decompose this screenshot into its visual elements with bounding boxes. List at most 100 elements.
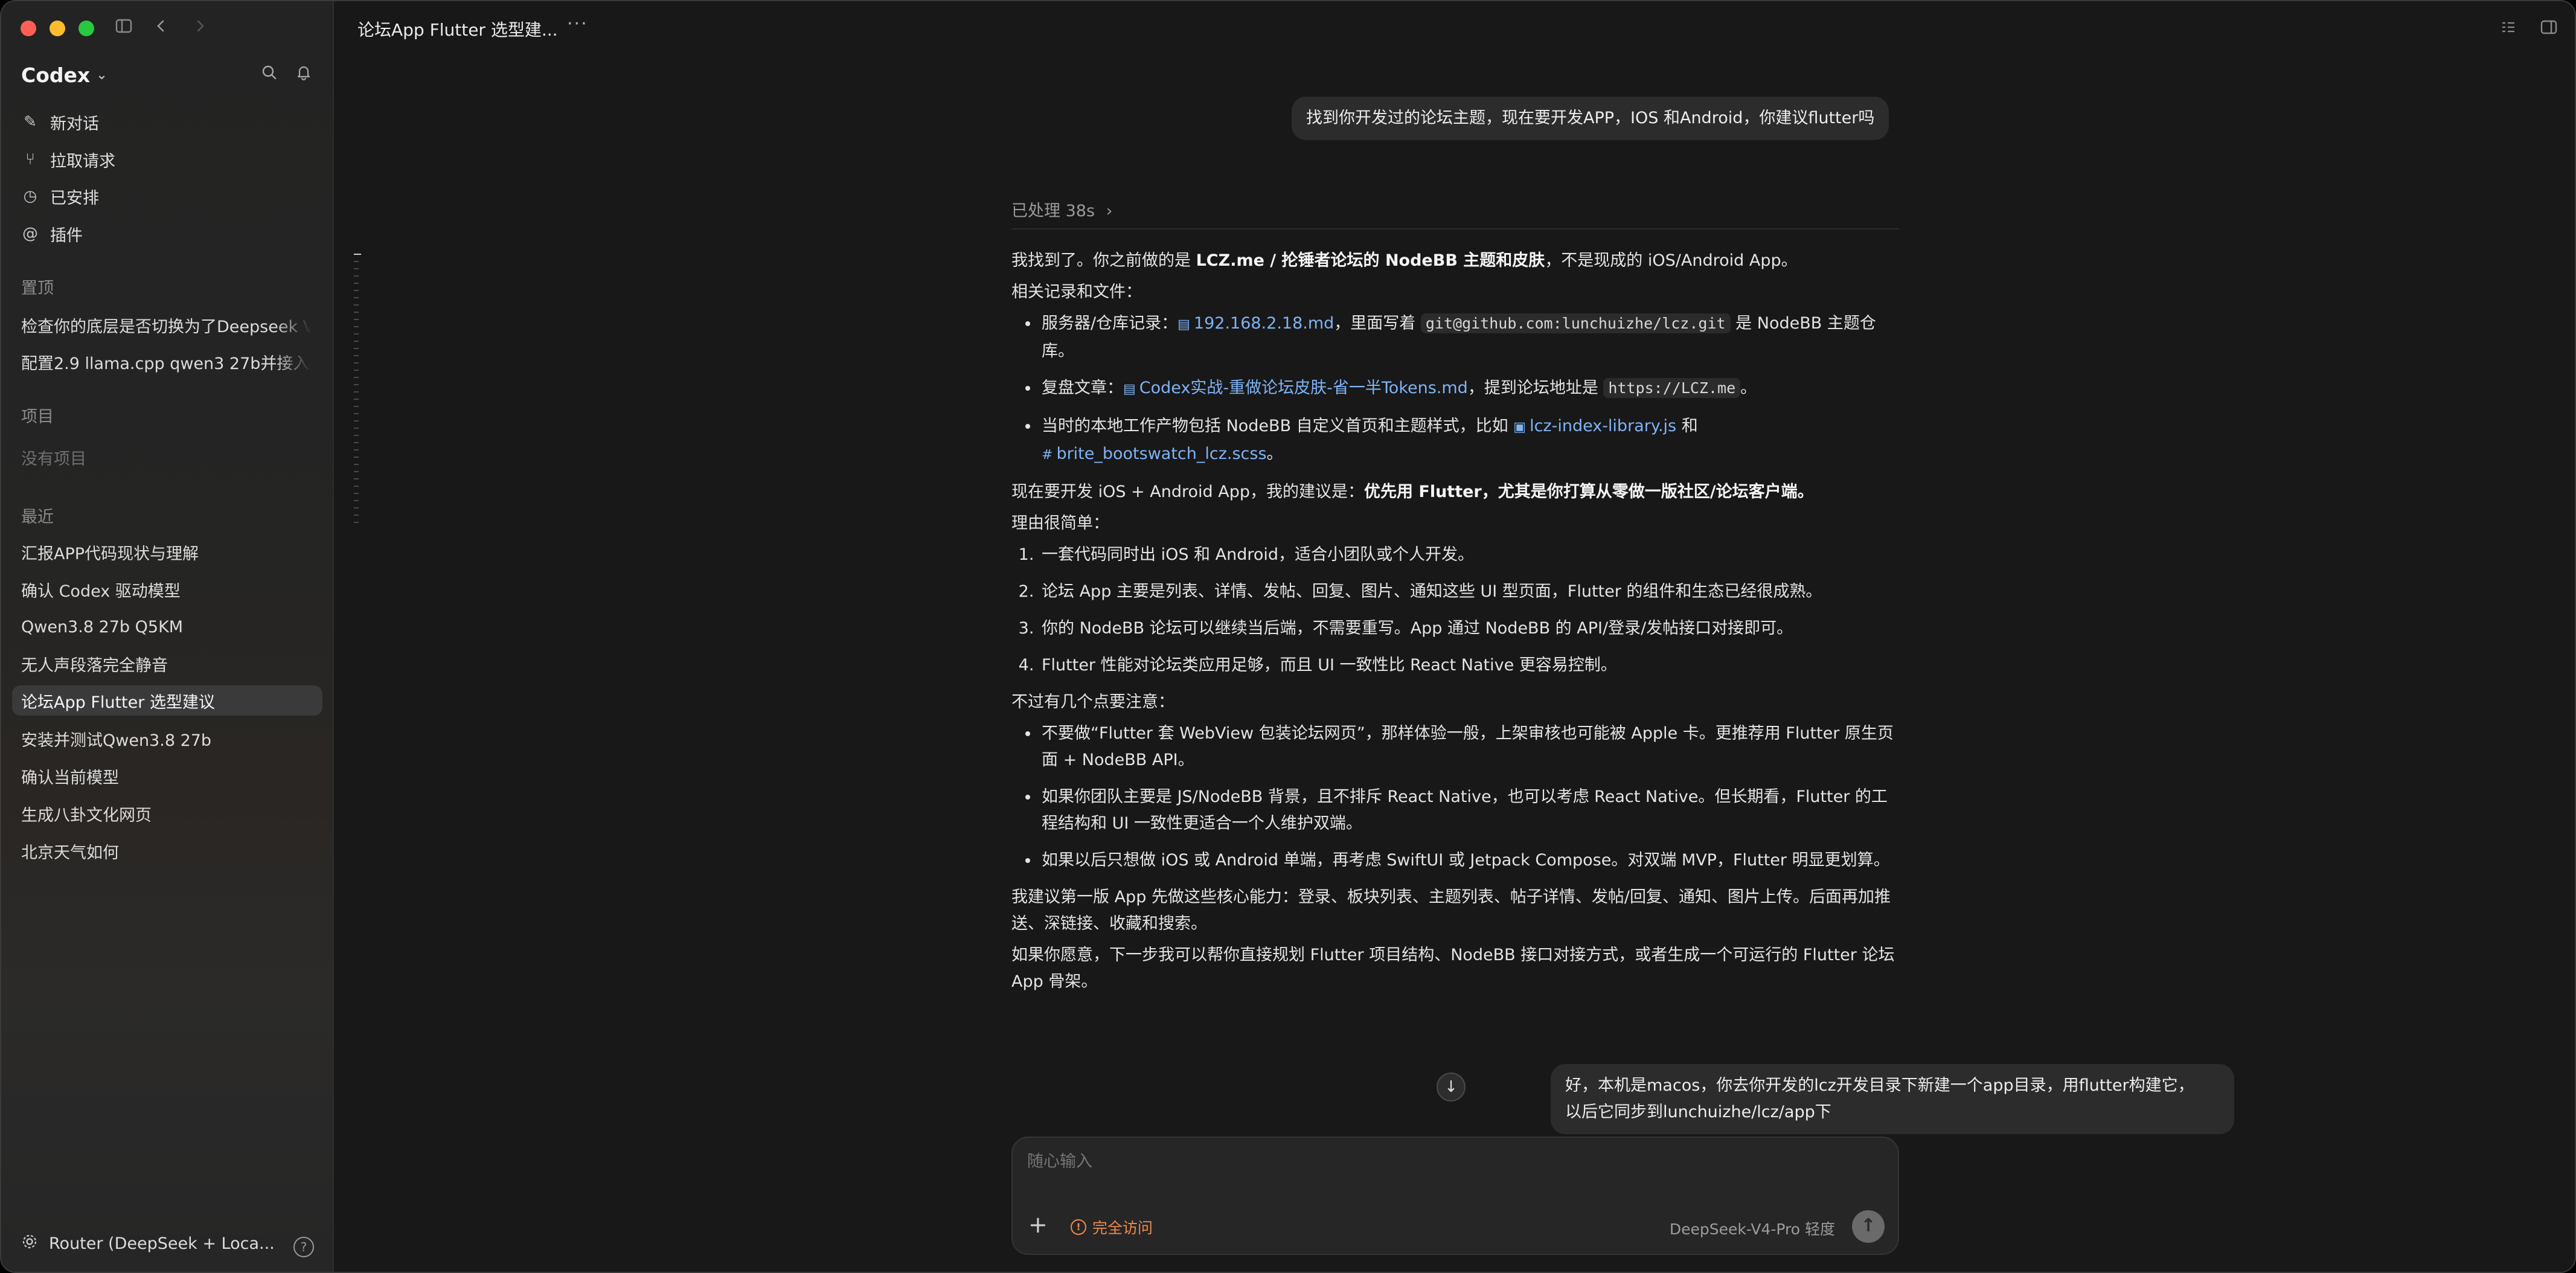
chat-title: 无人声段落完全静音 bbox=[21, 656, 168, 675]
answer-paragraph: 如果你愿意，下一步我可以帮你直接规划 Flutter 项目结构、NodeBB 接… bbox=[1011, 946, 1895, 991]
minimap-tick bbox=[354, 377, 359, 378]
sidebar-toggle-icon[interactable] bbox=[115, 17, 133, 40]
minimap-tick bbox=[354, 333, 359, 335]
js-file-icon: ▣ bbox=[1513, 420, 1527, 435]
nav-new-chat[interactable]: ✎ 新对话 bbox=[21, 107, 99, 137]
chat-title: 配置2.9 llama.cpp qwen3 27b并接入d bbox=[21, 354, 311, 373]
recent-chat-item[interactable]: 确认 Codex 驱动模型 bbox=[21, 574, 311, 604]
close-window-button[interactable] bbox=[21, 21, 36, 36]
processing-summary-toggle[interactable]: 已处理 38s › bbox=[1011, 197, 1112, 221]
minimap-tick bbox=[354, 362, 359, 364]
minimap-tick bbox=[354, 254, 361, 255]
list-item: 如果你团队主要是 JS/NodeBB 背景，且不排斥 React Native，… bbox=[1039, 784, 1899, 837]
minimap-tick bbox=[354, 406, 359, 407]
bell-icon[interactable] bbox=[295, 64, 312, 85]
answer-paragraph: 不过有几个点要注意： bbox=[1011, 693, 1174, 711]
recent-chat-item-active[interactable]: 论坛App Flutter 选型建议 bbox=[12, 685, 322, 716]
chevron-down-icon: ⌄ bbox=[96, 68, 107, 83]
help-icon[interactable]: ? bbox=[293, 1237, 314, 1257]
list-item: Flutter 性能对论坛类应用足够，而且 UI 一致性比 React Nati… bbox=[1039, 652, 1899, 679]
message-input[interactable] bbox=[1027, 1152, 1873, 1171]
list-item: 论坛 App 主要是列表、详情、发帖、回复、图片、通知这些 UI 型页面，Flu… bbox=[1039, 579, 1899, 605]
recent-chat-item[interactable]: 无人声段落完全静音 bbox=[21, 649, 311, 679]
chat-title: 生成八卦文化网页 bbox=[21, 806, 152, 825]
answer-paragraph: 相关记录和文件： bbox=[1011, 283, 1142, 301]
minimap-tick bbox=[354, 442, 359, 443]
minimap-tick bbox=[354, 304, 359, 306]
inline-code: git@github.com:lunchuizhe/lcz.git bbox=[1420, 313, 1731, 333]
user-message-text: 以后它同步到lunchuizhe/lcz/app下 bbox=[1565, 1103, 1831, 1121]
diff-panel-icon[interactable] bbox=[2499, 18, 2517, 40]
sidebar: Codex ⌄ ✎ 新对话 ⑂ 拉取请求 ◷ 已安排 @ 插件 置顶 检查你的底… bbox=[1, 1, 334, 1272]
recent-chat-item[interactable]: 确认当前模型 bbox=[21, 761, 311, 791]
minimap-tick bbox=[354, 341, 359, 342]
pinned-chat-item[interactable]: 检查你的底层是否切换为了Deepseek V bbox=[21, 310, 311, 340]
inline-code: https://LCZ.me bbox=[1603, 378, 1741, 398]
file-link[interactable]: Codex实战-重做论坛皮肤-省一半Tokens.md bbox=[1139, 379, 1468, 397]
processing-label: 已处理 38s bbox=[1011, 202, 1095, 220]
file-link[interactable]: lcz-index-library.js bbox=[1530, 417, 1676, 435]
chevron-right-icon: › bbox=[1106, 202, 1113, 220]
minimize-window-button[interactable] bbox=[50, 21, 65, 36]
minimap-tick bbox=[354, 435, 359, 436]
warning-icon: ! bbox=[1071, 1219, 1086, 1235]
clock-icon: ◷ bbox=[23, 187, 37, 205]
search-icon[interactable] bbox=[261, 64, 278, 85]
scroll-to-bottom-button[interactable]: ↓ bbox=[1437, 1073, 1466, 1101]
nav-label: 新对话 bbox=[50, 114, 99, 133]
pinned-chat-item[interactable]: 配置2.9 llama.cpp qwen3 27b并接入d bbox=[21, 347, 311, 377]
chat-title: 北京天气如何 bbox=[21, 843, 119, 862]
chat-title-header[interactable]: 论坛App Flutter 选型建... bbox=[357, 17, 558, 41]
gear-icon bbox=[21, 1233, 38, 1254]
attach-plus-button[interactable]: + bbox=[1028, 1211, 1048, 1238]
file-link[interactable]: brite_bootswatch_lcz.scss bbox=[1056, 444, 1266, 463]
app-window: Codex ⌄ ✎ 新对话 ⑂ 拉取请求 ◷ 已安排 @ 插件 置顶 检查你的底… bbox=[0, 0, 2576, 1273]
chat-title: Qwen3.8 27b Q5KM bbox=[21, 617, 184, 636]
conversation-minimap[interactable] bbox=[354, 254, 361, 529]
user-message-text: 好，本机是macos，你去你开发的lcz开发目录下新建一个app目录，用flut… bbox=[1565, 1076, 2194, 1095]
send-button[interactable]: ↑ bbox=[1852, 1210, 1885, 1243]
minimap-tick bbox=[354, 319, 359, 320]
nav-plugins[interactable]: @ 插件 bbox=[21, 219, 83, 249]
minimap-tick bbox=[354, 522, 359, 523]
zoom-window-button[interactable] bbox=[78, 21, 94, 36]
minimap-tick bbox=[354, 355, 359, 356]
minimap-tick bbox=[354, 428, 359, 429]
file-link[interactable]: 192.168.2.18.md bbox=[1194, 314, 1334, 333]
access-mode-button[interactable]: ! 完全访问 bbox=[1071, 1216, 1153, 1238]
pinned-section-label: 置顶 bbox=[21, 279, 54, 298]
nav-pull-requests[interactable]: ⑂ 拉取请求 bbox=[21, 144, 115, 175]
answer-paragraph: 现在要开发 iOS + Android App，我的建议是：优先用 Flutte… bbox=[1011, 483, 1814, 501]
list-item: 一套代码同时出 iOS 和 Android，适合小团队或个人开发。 bbox=[1039, 542, 1899, 568]
reasons-list: 一套代码同时出 iOS 和 Android，适合小团队或个人开发。 论坛 App… bbox=[1039, 542, 1899, 679]
forward-arrow-icon[interactable] bbox=[191, 17, 209, 40]
more-options-button[interactable]: ··· bbox=[567, 13, 588, 34]
list-item: 复盘文章：▤Codex实战-重做论坛皮肤-省一半Tokens.md，提到论坛地址… bbox=[1039, 375, 1899, 403]
workspace-switcher[interactable]: Codex ⌄ bbox=[21, 63, 107, 87]
chat-title: 确认当前模型 bbox=[21, 768, 119, 787]
right-panel-toggle-icon[interactable] bbox=[2540, 18, 2558, 40]
recent-chat-item[interactable]: 北京天气如何 bbox=[21, 836, 311, 866]
minimap-tick bbox=[354, 457, 359, 458]
recent-chat-item[interactable]: Qwen3.8 27b Q5KM bbox=[21, 612, 311, 642]
recent-section-label: 最近 bbox=[21, 508, 54, 527]
recent-chat-item[interactable]: 汇报APP代码现状与理解 bbox=[21, 537, 311, 567]
model-selector[interactable]: DeepSeek-V4-Pro 轻度 bbox=[1670, 1217, 1835, 1239]
chat-title: 汇报APP代码现状与理解 bbox=[21, 544, 199, 563]
router-settings-button[interactable]: Router (DeepSeek + Loca... bbox=[21, 1233, 275, 1254]
back-arrow-icon[interactable] bbox=[152, 17, 170, 40]
file-icon: ▤ bbox=[1123, 382, 1136, 397]
minimap-tick bbox=[354, 493, 359, 494]
recent-chat-item[interactable]: 生成八卦文化网页 bbox=[21, 798, 311, 829]
answer-paragraph: 理由很简单： bbox=[1011, 514, 1109, 533]
projects-empty-text: 没有项目 bbox=[21, 449, 86, 469]
minimap-tick bbox=[354, 326, 359, 327]
recent-chat-item[interactable]: 安装并测试Qwen3.8 27b bbox=[21, 723, 311, 754]
brand-title: Codex bbox=[21, 63, 91, 87]
nav-scheduled[interactable]: ◷ 已安排 bbox=[21, 181, 99, 211]
user-message: 好，本机是macos，你去你开发的lcz开发目录下新建一个app目录，用flut… bbox=[1551, 1064, 2234, 1134]
user-message: 找到你开发过的论坛主题，现在要开发APP，IOS 和Android，你建议flu… bbox=[1292, 97, 1889, 140]
minimap-tick bbox=[354, 370, 359, 371]
user-message-text: 找到你开发过的论坛主题，现在要开发APP，IOS 和Android，你建议flu… bbox=[1306, 109, 1875, 127]
minimap-tick bbox=[354, 515, 359, 516]
